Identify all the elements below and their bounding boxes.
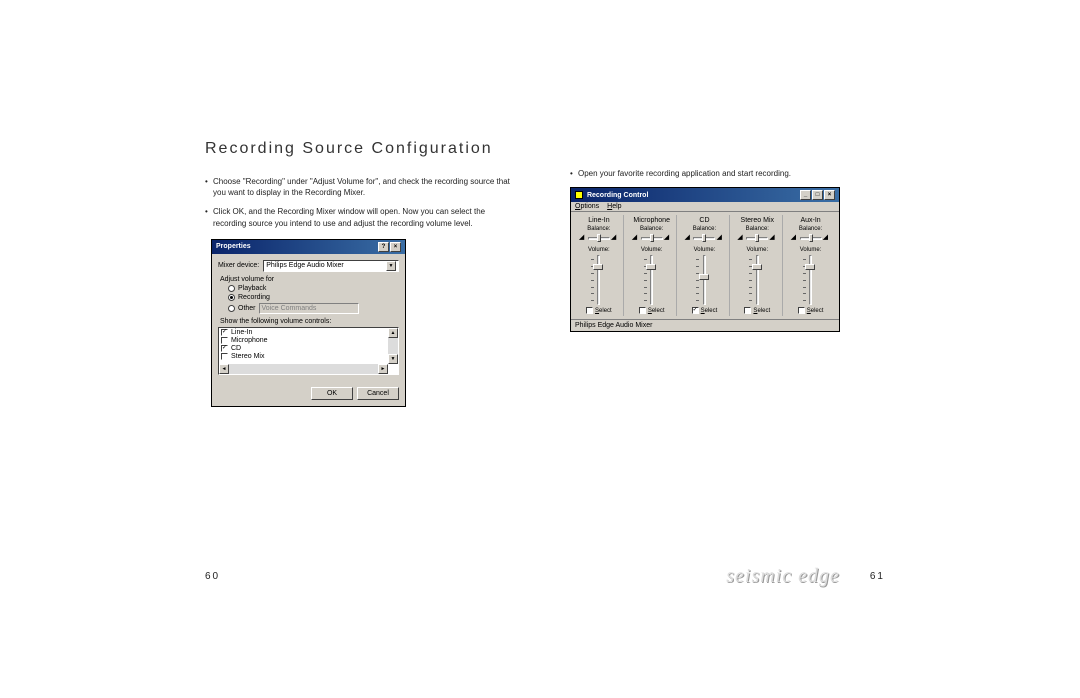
speaker-right-icon: ◢	[823, 234, 831, 242]
select-checkbox[interactable]: Select	[639, 307, 665, 314]
scrollbar-vertical[interactable]: ▲ ▼	[388, 328, 398, 364]
balance-slider[interactable]: ◢ ◢	[791, 234, 831, 242]
radio-icon	[228, 294, 235, 301]
recording-control-window: Recording Control _ □ × Options Help Lin…	[570, 187, 840, 332]
balance-label: Balance:	[587, 226, 610, 232]
volume-slider[interactable]	[696, 255, 712, 305]
check-cd[interactable]: ✓CD	[221, 345, 396, 352]
scroll-up-icon[interactable]: ▲	[388, 328, 398, 338]
balance-label: Balance:	[746, 226, 769, 232]
channel-strip: Line-In Balance: ◢ ◢ Volume: Select Micr…	[571, 212, 839, 319]
channel-name: Aux-In	[800, 217, 820, 224]
balance-label: Balance:	[640, 226, 663, 232]
properties-title: Properties	[216, 243, 251, 250]
balance-slider[interactable]: ◢ ◢	[737, 234, 777, 242]
minimize-button[interactable]: _	[800, 190, 811, 200]
speaker-right-icon: ◢	[664, 234, 672, 242]
speaker-right-icon: ◢	[611, 234, 619, 242]
mixer-label: Mixer device:	[218, 262, 259, 269]
channel-aux-in: Aux-In Balance: ◢ ◢ Volume: Select	[786, 215, 836, 316]
channel-name: Microphone	[633, 217, 670, 224]
bullet-2: Click OK, and the Recording Mixer window…	[205, 206, 520, 228]
section-heading: Recording Source Configuration	[205, 140, 520, 158]
right-page: Open your favorite recording application…	[570, 140, 885, 590]
speaker-right-icon: ◢	[716, 234, 724, 242]
speaker-left-icon: ◢	[632, 234, 640, 242]
channel-cd: CD Balance: ◢ ◢ Volume: ✓ Select	[680, 215, 730, 316]
radio-recording[interactable]: Recording	[228, 294, 399, 301]
properties-dialog: Properties ? × Mixer device: Philips Edg…	[211, 239, 406, 407]
ok-button[interactable]: OK	[311, 387, 353, 400]
rc-statusbar: Philips Edge Audio Mixer	[571, 319, 839, 331]
volume-slider[interactable]	[644, 255, 660, 305]
balance-label: Balance:	[799, 226, 822, 232]
channel-name: Stereo Mix	[741, 217, 774, 224]
help-button[interactable]: ?	[378, 242, 389, 252]
balance-label: Balance:	[693, 226, 716, 232]
radio-icon	[228, 285, 235, 292]
channel-name: CD	[699, 217, 709, 224]
rc-titlebar: Recording Control _ □ ×	[571, 188, 839, 202]
menu-options[interactable]: Options	[575, 203, 599, 210]
select-checkbox[interactable]: Select	[586, 307, 612, 314]
volume-label: Volume:	[641, 247, 663, 253]
mixer-dropdown[interactable]: Philips Edge Audio Mixer ▼	[263, 260, 399, 272]
adjust-label: Adjust volume for	[220, 276, 399, 283]
check-linein[interactable]: ✓Line-In	[221, 329, 396, 336]
volume-label: Volume:	[800, 247, 822, 253]
channel-microphone: Microphone Balance: ◢ ◢ Volume: Select	[627, 215, 677, 316]
page-number-left: 60	[205, 571, 220, 582]
channel-line-in: Line-In Balance: ◢ ◢ Volume: Select	[574, 215, 624, 316]
speaker-left-icon: ◢	[579, 234, 587, 242]
scroll-down-icon[interactable]: ▼	[388, 354, 398, 364]
close-button[interactable]: ×	[824, 190, 835, 200]
volume-slider[interactable]	[591, 255, 607, 305]
balance-slider[interactable]: ◢ ◢	[684, 234, 724, 242]
scroll-left-icon[interactable]: ◄	[219, 364, 229, 374]
maximize-button[interactable]: □	[812, 190, 823, 200]
cancel-button[interactable]: Cancel	[357, 387, 399, 400]
page-footer: 60 seismic edge 61	[205, 565, 885, 588]
volume-controls-listbox[interactable]: ✓Line-In Microphone ✓CD Stereo Mix ▲ ▼ ◄…	[218, 327, 399, 375]
volume-slider[interactable]	[749, 255, 765, 305]
mixer-value: Philips Edge Audio Mixer	[266, 262, 343, 269]
seismic-edge-logo: seismic edge	[726, 565, 840, 588]
balance-slider[interactable]: ◢ ◢	[579, 234, 619, 242]
bullet-right-1: Open your favorite recording application…	[570, 168, 885, 179]
speaker-left-icon: ◢	[737, 234, 745, 242]
channel-stereomix: Stereo Mix Balance: ◢ ◢ Volume: Select	[733, 215, 783, 316]
left-page: Recording Source Configuration Choose "R…	[205, 140, 520, 590]
scroll-right-icon[interactable]: ►	[378, 364, 388, 374]
volume-label: Volume:	[746, 247, 768, 253]
check-stereomix[interactable]: Stereo Mix	[221, 353, 396, 360]
volume-label: Volume:	[588, 247, 610, 253]
check-microphone[interactable]: Microphone	[221, 337, 396, 344]
volume-label: Volume:	[694, 247, 716, 253]
radio-icon	[228, 305, 235, 312]
show-label: Show the following volume controls:	[220, 318, 399, 325]
volume-slider[interactable]	[803, 255, 819, 305]
page-number-right: 61	[870, 571, 885, 582]
dropdown-arrow-icon: ▼	[386, 261, 396, 271]
select-checkbox[interactable]: ✓ Select	[692, 307, 718, 314]
radio-other[interactable]: Other Voice Commands	[228, 303, 399, 314]
select-checkbox[interactable]: Select	[798, 307, 824, 314]
speaker-left-icon: ◢	[791, 234, 799, 242]
bullet-1: Choose "Recording" under "Adjust Volume …	[205, 176, 520, 198]
rc-menubar: Options Help	[571, 202, 839, 212]
channel-name: Line-In	[588, 217, 609, 224]
menu-help[interactable]: Help	[607, 203, 621, 210]
volume-icon	[575, 191, 583, 199]
properties-titlebar: Properties ? ×	[212, 240, 405, 254]
speaker-left-icon: ◢	[684, 234, 692, 242]
other-input: Voice Commands	[259, 303, 359, 314]
rc-title: Recording Control	[587, 192, 648, 199]
scrollbar-horizontal[interactable]: ◄ ►	[219, 364, 388, 374]
select-checkbox[interactable]: Select	[744, 307, 770, 314]
close-button[interactable]: ×	[390, 242, 401, 252]
radio-playback[interactable]: Playback	[228, 285, 399, 292]
balance-slider[interactable]: ◢ ◢	[632, 234, 672, 242]
speaker-right-icon: ◢	[769, 234, 777, 242]
